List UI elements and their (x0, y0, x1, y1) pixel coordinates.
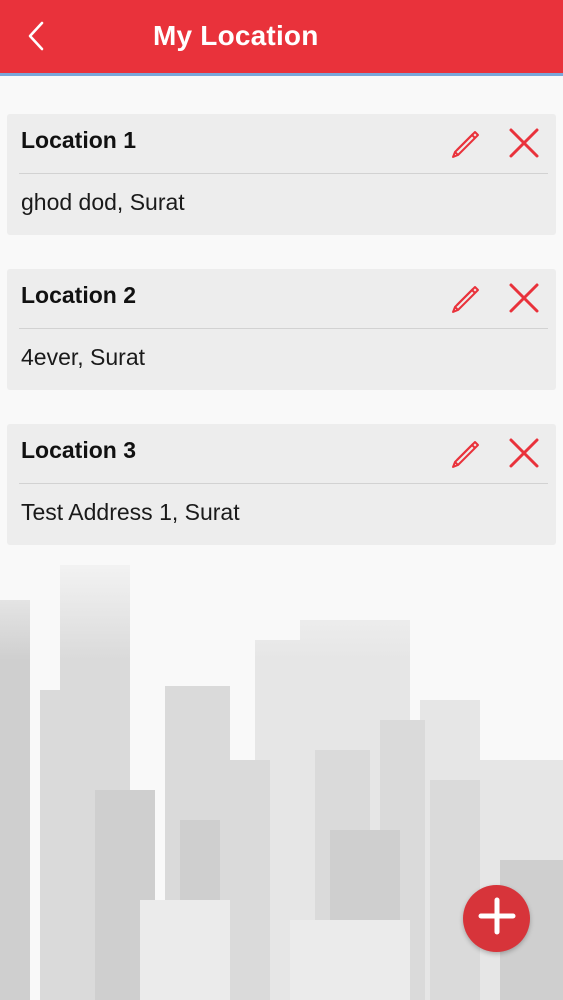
close-icon (508, 127, 540, 164)
close-icon (508, 282, 540, 319)
location-card: Location 3 Test Address 1, Surat (7, 424, 556, 545)
pencil-icon (449, 126, 483, 165)
location-address: 4ever, Surat (21, 344, 146, 370)
delete-location-button[interactable] (504, 437, 544, 473)
location-address: Test Address 1, Surat (21, 499, 240, 525)
location-title: Location 1 (21, 127, 137, 153)
back-button[interactable] (18, 18, 54, 58)
location-title: Location 2 (21, 282, 137, 308)
plus-icon (478, 897, 516, 940)
location-title: Location 3 (21, 437, 137, 463)
edit-location-button[interactable] (448, 282, 484, 318)
delete-location-button[interactable] (504, 127, 544, 163)
chevron-left-icon (26, 21, 46, 56)
location-card: Location 1 ghod dod, Surat (7, 114, 556, 235)
location-card: Location 2 4ever, Surat (7, 269, 556, 390)
page-title: My Location (153, 20, 319, 51)
add-location-button[interactable] (463, 885, 530, 952)
card-divider (19, 328, 548, 329)
edit-location-button[interactable] (448, 127, 484, 163)
edit-location-button[interactable] (448, 437, 484, 473)
delete-location-button[interactable] (504, 282, 544, 318)
location-address: ghod dod, Surat (21, 189, 185, 215)
card-divider (19, 483, 548, 484)
close-icon (508, 437, 540, 474)
card-divider (19, 173, 548, 174)
app-header: My Location (0, 0, 563, 76)
pencil-icon (449, 281, 483, 320)
pencil-icon (449, 436, 483, 475)
